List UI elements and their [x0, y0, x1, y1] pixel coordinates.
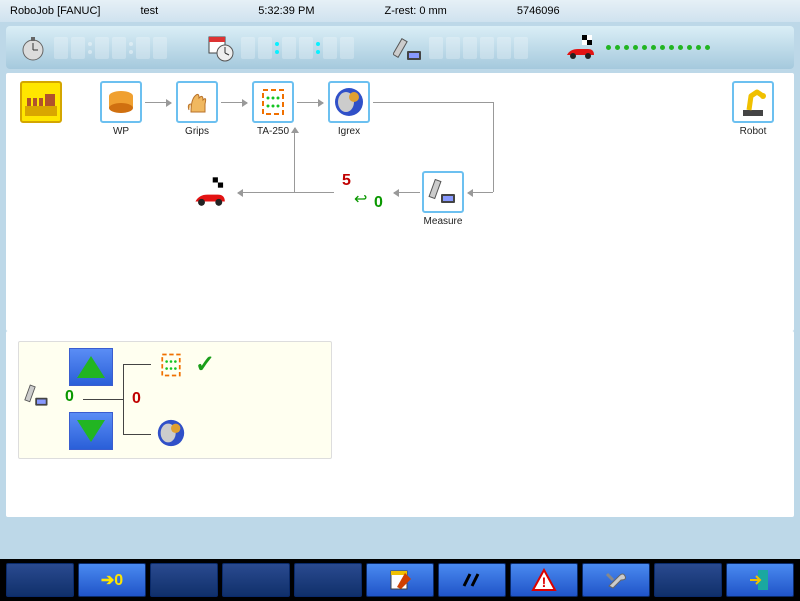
- arrow: [145, 102, 171, 103]
- igrex-icon: [328, 81, 370, 123]
- app-name: RoboJob [FANUC]: [10, 5, 100, 17]
- toolbar-exit-button[interactable]: [726, 563, 794, 597]
- checkmark-icon: ✓: [195, 350, 215, 379]
- status-group-measure: [391, 31, 528, 65]
- toolbar-skip-button[interactable]: [438, 563, 506, 597]
- machine-icon: [252, 81, 294, 123]
- node-start[interactable]: [20, 81, 62, 123]
- connector: [493, 102, 494, 192]
- bottom-toolbar: ➔0 !: [0, 559, 800, 601]
- ruler-icon: [391, 31, 425, 65]
- accept-count: 0: [374, 194, 383, 212]
- tree-line: [123, 434, 151, 435]
- calendar-timer-icon: [203, 31, 237, 65]
- toolbar-btn-1[interactable]: [6, 563, 74, 597]
- grip-icon: [176, 81, 218, 123]
- tree-line: [123, 364, 151, 365]
- machine-small-icon: [153, 350, 189, 380]
- decrement-button[interactable]: [69, 412, 113, 450]
- ta250-label: TA-250: [252, 126, 294, 137]
- racecar-icon: [564, 31, 598, 65]
- slash-icon: [460, 570, 484, 590]
- wrench-icon: [603, 568, 629, 592]
- robot-label: Robot: [732, 126, 774, 137]
- toolbar-btn-10[interactable]: [654, 563, 722, 597]
- finish-icon: [190, 171, 232, 213]
- notepad-icon: [387, 567, 413, 593]
- toolbar-btn-3[interactable]: [150, 563, 218, 597]
- igrex-small-icon: [153, 418, 189, 448]
- status-bar: [6, 26, 794, 69]
- reject-value: 0: [132, 390, 141, 408]
- status-group-timer: [203, 31, 354, 65]
- wp-label: WP: [100, 126, 142, 137]
- measure-small-icon: [23, 382, 51, 413]
- toolbar-alert-button[interactable]: !: [510, 563, 578, 597]
- workflow-area: WP Grips TA-250 Igrex Robot Measure: [6, 73, 794, 331]
- node-grips[interactable]: Grips: [176, 81, 218, 137]
- node-measure[interactable]: Measure: [422, 171, 464, 227]
- node-wp[interactable]: WP: [100, 81, 142, 137]
- toolbar-btn-5[interactable]: [294, 563, 362, 597]
- increment-button[interactable]: [69, 348, 113, 386]
- connector: [272, 192, 334, 193]
- accept-panel: 0 0 ✓: [18, 341, 332, 459]
- node-igrex[interactable]: Igrex: [328, 81, 370, 137]
- measure-icon: [422, 171, 464, 213]
- node-ta250[interactable]: TA-250: [252, 81, 294, 137]
- connector: [373, 102, 493, 103]
- measure-label: Measure: [422, 216, 464, 227]
- return-icon: ↩: [354, 189, 367, 209]
- workpiece-icon: [100, 81, 142, 123]
- grips-label: Grips: [176, 126, 218, 137]
- reject-count: 5: [342, 172, 351, 190]
- toolbar-reset-button[interactable]: ➔0: [78, 563, 146, 597]
- warning-icon: !: [531, 568, 557, 592]
- robot-icon: [732, 81, 774, 123]
- tree-line: [83, 399, 123, 400]
- titlebar: RoboJob [FANUC] test 5:32:39 PM Z-rest: …: [0, 0, 800, 22]
- stopwatch-icon: [16, 31, 50, 65]
- node-finish[interactable]: [190, 171, 232, 213]
- start-icon: [20, 81, 62, 123]
- arrow: [221, 102, 247, 103]
- arrow: [394, 192, 420, 193]
- toolbar-edit-button[interactable]: [366, 563, 434, 597]
- tree-line: [123, 364, 124, 434]
- z-rest: Z-rest: 0 mm: [384, 5, 446, 17]
- exit-icon: [748, 567, 772, 593]
- accept-value: 0: [65, 388, 74, 406]
- node-robot[interactable]: Robot: [732, 81, 774, 137]
- program-name: test: [140, 5, 158, 17]
- connector: [294, 128, 295, 192]
- svg-text:!: !: [542, 574, 547, 590]
- clock-time: 5:32:39 PM: [258, 5, 314, 17]
- toolbar-tools-button[interactable]: [582, 563, 650, 597]
- arrow: [297, 102, 323, 103]
- reset-label: ➔0: [101, 570, 123, 590]
- toolbar-btn-4[interactable]: [222, 563, 290, 597]
- status-group-clock: [16, 31, 167, 65]
- arrow: [238, 192, 272, 193]
- counter: 5746096: [517, 5, 560, 17]
- status-group-progress: [564, 31, 710, 65]
- lower-area: 0 0 ✓: [6, 331, 794, 517]
- arrow: [468, 192, 493, 193]
- igrex-label: Igrex: [328, 126, 370, 137]
